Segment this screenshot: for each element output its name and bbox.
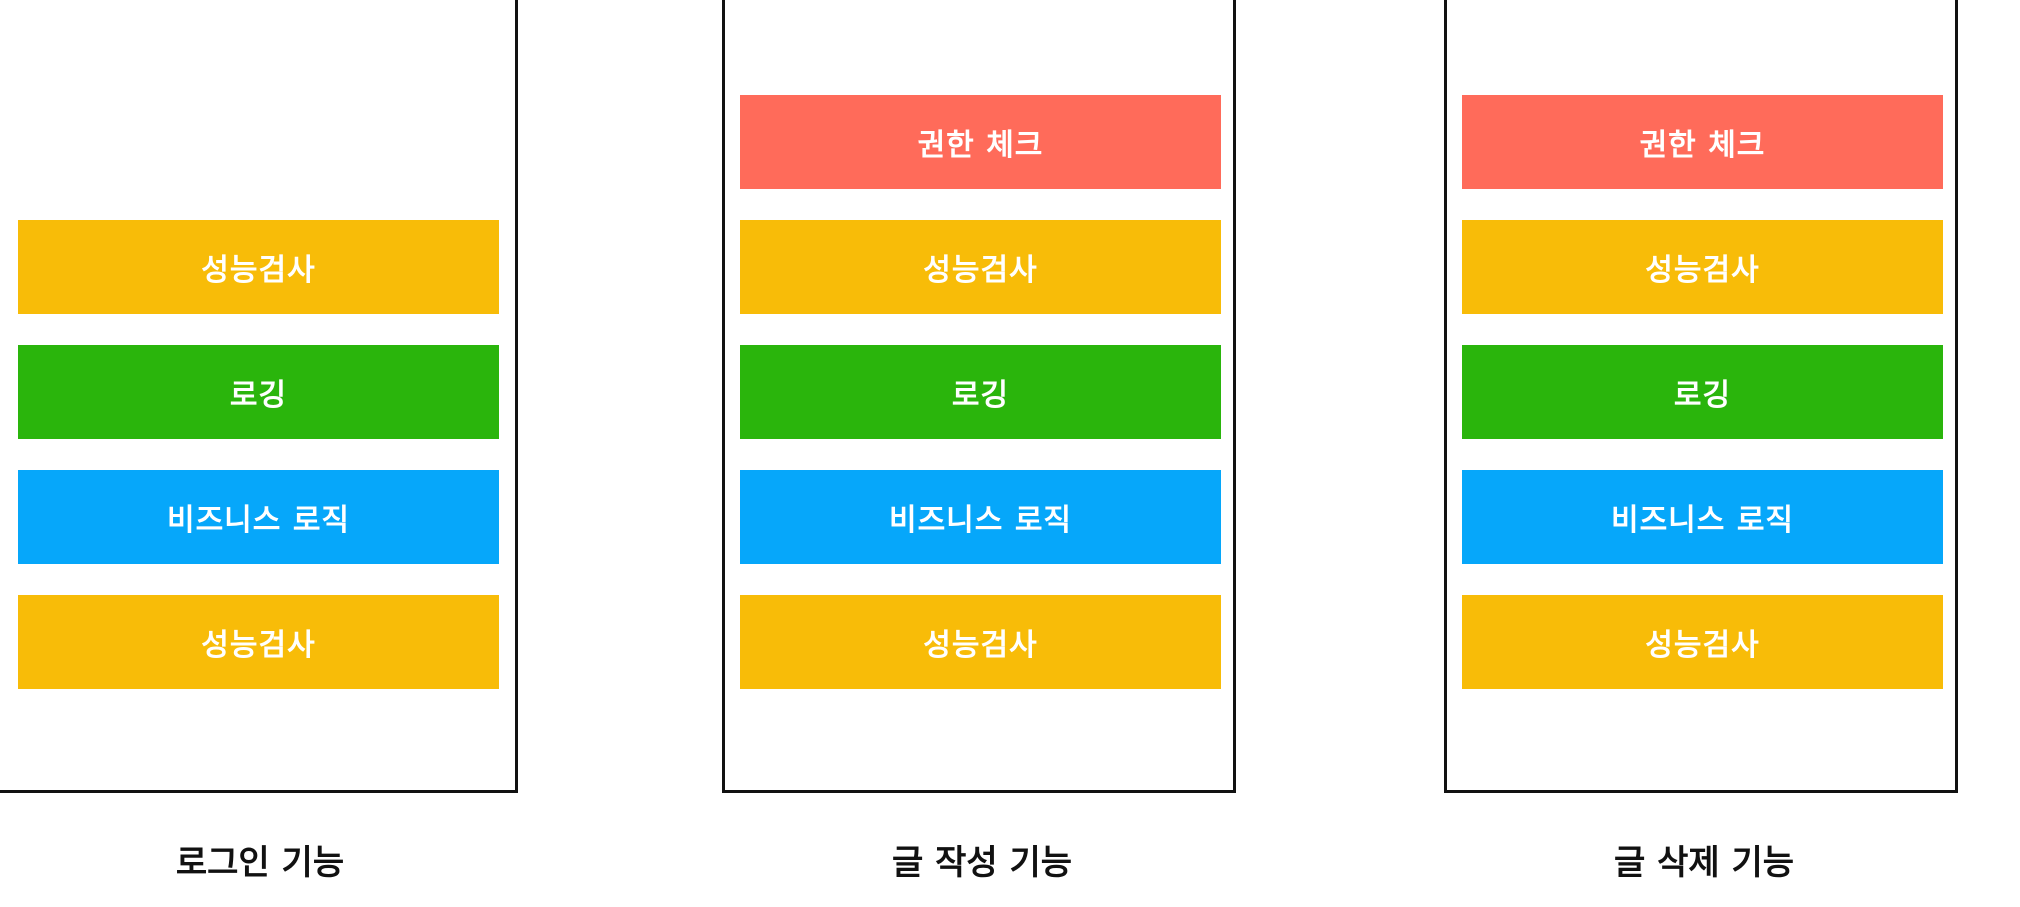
block-performance-check: 성능검사 [1462,595,1943,689]
block-business-logic: 비즈니스 로직 [1462,470,1943,564]
block-permission-check: 권한 체크 [740,95,1221,189]
block-performance-check: 성능검사 [1462,220,1943,314]
block-performance-check: 성능검사 [18,595,499,689]
block-business-logic: 비즈니스 로직 [740,470,1221,564]
feature-column-login: 성능검사 로깅 비즈니스 로직 성능검사 로그인 기능 [0,0,520,907]
block-business-logic: 비즈니스 로직 [18,470,499,564]
feature-caption: 로그인 기능 [175,843,345,883]
block-logging: 로깅 [740,345,1221,439]
block-performance-check: 성능검사 [740,220,1221,314]
block-permission-check: 권한 체크 [1462,95,1943,189]
block-logging: 로깅 [1462,345,1943,439]
block-logging: 로깅 [18,345,499,439]
feature-column-write-post: 권한 체크 성능검사 로깅 비즈니스 로직 성능검사 글 작성 기능 [722,0,1242,907]
feature-column-delete-post: 권한 체크 성능검사 로깅 비즈니스 로직 성능검사 글 삭제 기능 [1444,0,1964,907]
block-performance-check: 성능검사 [18,220,499,314]
feature-caption: 글 작성 기능 [891,843,1073,883]
block-performance-check: 성능검사 [740,595,1221,689]
feature-caption: 글 삭제 기능 [1613,843,1795,883]
